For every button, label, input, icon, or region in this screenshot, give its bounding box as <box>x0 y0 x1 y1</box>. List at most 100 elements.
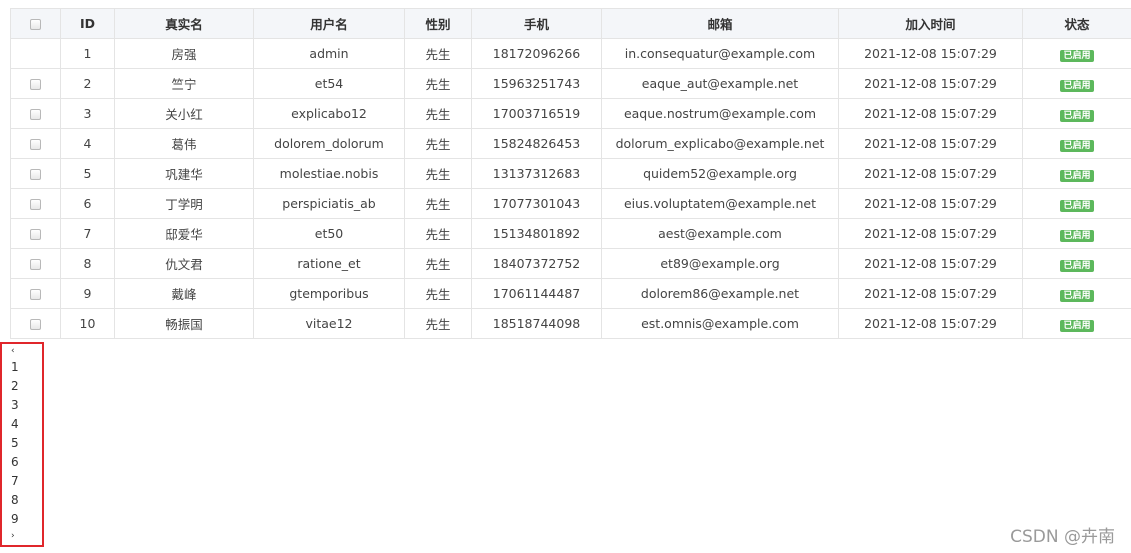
row-checkbox[interactable] <box>30 319 41 330</box>
row-checkbox[interactable] <box>30 199 41 210</box>
cell-phone: 15824826453 <box>471 128 602 159</box>
cell-join-time: 2021-12-08 15:07:29 <box>838 98 1023 129</box>
pagination-page-3[interactable]: 3 <box>11 396 42 415</box>
header-username[interactable]: 用户名 <box>253 8 405 39</box>
cell-username: molestiae.nobis <box>253 158 405 189</box>
pagination-page-5[interactable]: 5 <box>11 434 42 453</box>
cell-username: gtemporibus <box>253 278 405 309</box>
cell-real-name: 关小红 <box>114 98 254 129</box>
cell-status: 已启用 <box>1022 188 1131 219</box>
header-phone[interactable]: 手机 <box>471 8 602 39</box>
pagination-prev[interactable]: ‹ <box>11 344 42 358</box>
cell-id: 8 <box>60 248 115 279</box>
cell-phone: 15963251743 <box>471 68 602 99</box>
table-row[interactable]: 8 仇文君 ratione_et 先生 18407372752 et89@example.… <box>10 248 1131 279</box>
header-real-name[interactable]: 真实名 <box>114 8 254 39</box>
row-select-cell <box>10 68 61 99</box>
row-checkbox[interactable] <box>30 79 41 90</box>
row-checkbox[interactable] <box>30 289 41 300</box>
row-checkbox[interactable] <box>30 109 41 120</box>
row-checkbox[interactable] <box>30 139 41 150</box>
cell-gender: 先生 <box>404 98 472 129</box>
cell-status: 已启用 <box>1022 68 1131 99</box>
status-badge: 已启用 <box>1060 319 1094 332</box>
header-status[interactable]: 状态 <box>1022 8 1131 39</box>
table-row[interactable]: 5 巩建华 molestiae.nobis 先生 13137312683 quidem52… <box>10 158 1131 189</box>
table-row[interactable]: 2 竺宁 et54 先生 15963251743 eaque_aut@example.ne… <box>10 68 1131 99</box>
cell-status: 已启用 <box>1022 278 1131 309</box>
cell-username: et50 <box>253 218 405 249</box>
header-email[interactable]: 邮箱 <box>601 8 839 39</box>
cell-id: 6 <box>60 188 115 219</box>
cell-status: 已启用 <box>1022 308 1131 339</box>
cell-email: eius.voluptatem@example.net <box>601 188 839 219</box>
cell-join-time: 2021-12-08 15:07:29 <box>838 158 1023 189</box>
header-id[interactable]: ID <box>60 8 115 39</box>
table-header-row: ID 真实名 用户名 性别 手机 邮箱 加入时间 状态 <box>10 8 1131 39</box>
cell-email: est.omnis@example.com <box>601 308 839 339</box>
cell-id: 7 <box>60 218 115 249</box>
cell-gender: 先生 <box>404 218 472 249</box>
row-checkbox[interactable] <box>30 229 41 240</box>
cell-join-time: 2021-12-08 15:07:29 <box>838 188 1023 219</box>
cell-gender: 先生 <box>404 68 472 99</box>
cell-real-name: 房强 <box>114 38 254 69</box>
cell-phone: 15134801892 <box>471 218 602 249</box>
cell-join-time: 2021-12-08 15:07:29 <box>838 68 1023 99</box>
table-row[interactable]: 6 丁学明 perspiciatis_ab 先生 17077301043 eius.vol… <box>10 188 1131 219</box>
cell-gender: 先生 <box>404 158 472 189</box>
row-select-cell <box>10 38 61 69</box>
pagination-page-4[interactable]: 4 <box>11 415 42 434</box>
cell-real-name: 仇文君 <box>114 248 254 279</box>
cell-id: 1 <box>60 38 115 69</box>
pagination-page-8[interactable]: 8 <box>11 491 42 510</box>
row-select-cell <box>10 308 61 339</box>
cell-email: eaque.nostrum@example.com <box>601 98 839 129</box>
page: ID 真实名 用户名 性别 手机 邮箱 加入时间 状态 1 房强 admin 先生 18… <box>0 0 1131 553</box>
table-row[interactable]: 4 葛伟 dolorem_dolorum 先生 15824826453 dolorum_e… <box>10 128 1131 159</box>
cell-real-name: 葛伟 <box>114 128 254 159</box>
cell-gender: 先生 <box>404 278 472 309</box>
cell-id: 3 <box>60 98 115 129</box>
cell-phone: 18518744098 <box>471 308 602 339</box>
row-select-cell <box>10 188 61 219</box>
row-checkbox[interactable] <box>30 169 41 180</box>
pagination-page-2[interactable]: 2 <box>11 377 42 396</box>
status-badge: 已启用 <box>1060 169 1094 182</box>
watermark: CSDN @卉南 <box>1010 527 1115 547</box>
cell-phone: 17077301043 <box>471 188 602 219</box>
pagination-page-1[interactable]: 1 <box>11 358 42 377</box>
cell-username: perspiciatis_ab <box>253 188 405 219</box>
cell-gender: 先生 <box>404 38 472 69</box>
pagination-page-7[interactable]: 7 <box>11 472 42 491</box>
cell-username: et54 <box>253 68 405 99</box>
row-select-cell <box>10 278 61 309</box>
table-row[interactable]: 1 房强 admin 先生 18172096266 in.consequatur@exam… <box>10 38 1131 69</box>
cell-join-time: 2021-12-08 15:07:29 <box>838 218 1023 249</box>
row-select-cell <box>10 248 61 279</box>
status-badge: 已启用 <box>1060 229 1094 242</box>
pagination-page-6[interactable]: 6 <box>11 453 42 472</box>
pagination-next[interactable]: › <box>11 529 42 543</box>
cell-id: 9 <box>60 278 115 309</box>
select-all-header <box>10 8 61 39</box>
cell-id: 10 <box>60 308 115 339</box>
cell-username: explicabo12 <box>253 98 405 129</box>
status-badge: 已启用 <box>1060 139 1094 152</box>
table-row[interactable]: 9 戴峰 gtemporibus 先生 17061144487 dolorem86@exa… <box>10 278 1131 309</box>
header-join-time[interactable]: 加入时间 <box>838 8 1023 39</box>
select-all-checkbox[interactable] <box>30 19 41 30</box>
status-badge: 已启用 <box>1060 49 1094 62</box>
cell-id: 5 <box>60 158 115 189</box>
cell-status: 已启用 <box>1022 98 1131 129</box>
header-gender[interactable]: 性别 <box>404 8 472 39</box>
table-row[interactable]: 3 关小红 explicabo12 先生 17003716519 eaque.nostru… <box>10 98 1131 129</box>
cell-id: 2 <box>60 68 115 99</box>
table-row[interactable]: 10 畅振国 vitae12 先生 18518744098 est.omnis@examp… <box>10 308 1131 339</box>
table-row[interactable]: 7 邸爱华 et50 先生 15134801892 aest@example.com 202… <box>10 218 1131 249</box>
row-checkbox[interactable] <box>30 259 41 270</box>
status-badge: 已启用 <box>1060 199 1094 212</box>
status-badge: 已启用 <box>1060 79 1094 92</box>
pagination-page-9[interactable]: 9 <box>11 510 42 529</box>
cell-join-time: 2021-12-08 15:07:29 <box>838 308 1023 339</box>
